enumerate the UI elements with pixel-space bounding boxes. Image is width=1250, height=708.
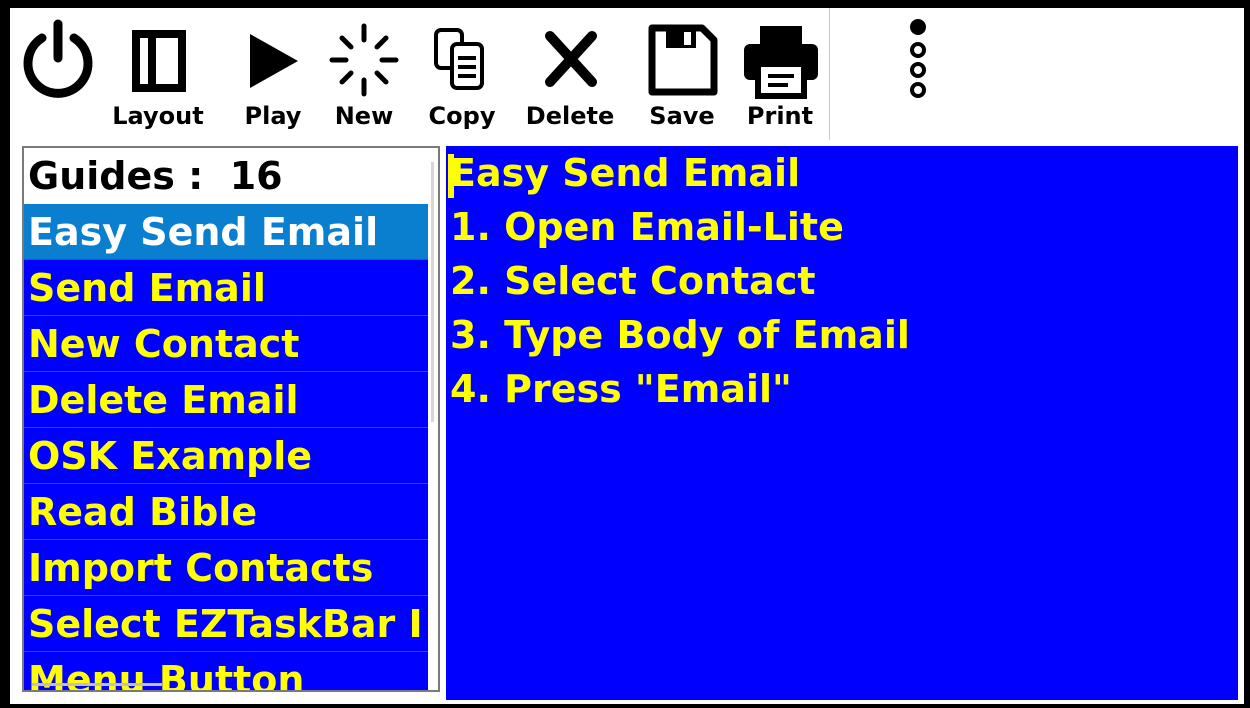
power-button[interactable] bbox=[16, 8, 100, 140]
text-cursor bbox=[448, 154, 454, 198]
guide-step: 3. Type Body of Email bbox=[450, 313, 910, 357]
save-button[interactable]: Save bbox=[642, 8, 722, 140]
print-label: Print bbox=[746, 102, 814, 130]
copy-label: Copy bbox=[428, 102, 496, 130]
guides-count-header: Guides : 16 bbox=[28, 154, 283, 198]
power-icon bbox=[23, 19, 93, 98]
layout-button[interactable]: Layout bbox=[112, 8, 204, 140]
app-window: Layout Play New Copy Delete Save Print G… bbox=[10, 8, 1244, 704]
guide-step: 1. Open Email-Lite bbox=[450, 205, 844, 249]
printer-icon bbox=[744, 26, 818, 99]
toolbar: Layout Play New Copy Delete Save Print bbox=[10, 8, 830, 140]
list-item[interactable]: Select EZTaskBar I bbox=[24, 596, 428, 652]
print-button[interactable]: Print bbox=[738, 8, 822, 140]
list-item[interactable]: Delete Email bbox=[24, 372, 428, 428]
save-label: Save bbox=[649, 102, 715, 130]
floppy-disk-icon bbox=[648, 24, 718, 96]
list-item[interactable]: Easy Send Email bbox=[24, 204, 428, 260]
guide-title: Easy Send Email bbox=[450, 151, 801, 195]
list-item[interactable]: Read Bible bbox=[24, 484, 428, 540]
list-item[interactable]: Import Contacts bbox=[24, 540, 428, 596]
play-icon bbox=[250, 34, 298, 88]
guides-list[interactable]: Guides : 16 Easy Send Email Send Email N… bbox=[22, 146, 440, 692]
list-item[interactable]: Menu Button bbox=[24, 652, 428, 690]
list-item[interactable]: New Contact bbox=[24, 316, 428, 372]
delete-label: Delete bbox=[525, 102, 615, 130]
vertical-scrollbar[interactable] bbox=[428, 148, 438, 690]
play-button[interactable]: Play bbox=[238, 8, 308, 140]
horizontal-scrollbar[interactable] bbox=[32, 683, 162, 686]
play-label: Play bbox=[244, 102, 302, 130]
delete-button[interactable]: Delete bbox=[522, 8, 618, 140]
guide-step: 2. Select Contact bbox=[450, 259, 816, 303]
guide-content-pane[interactable]: Easy Send Email 1. Open Email-Lite 2. Se… bbox=[446, 146, 1238, 700]
sparkle-icon bbox=[329, 23, 399, 97]
new-label: New bbox=[334, 102, 394, 130]
list-item[interactable]: Send Email bbox=[24, 260, 428, 316]
close-icon bbox=[545, 31, 597, 87]
layout-icon bbox=[132, 30, 186, 92]
new-button[interactable]: New bbox=[326, 8, 402, 140]
scrollbar-thumb[interactable] bbox=[431, 162, 434, 422]
more-vertical-icon bbox=[910, 19, 926, 98]
guide-step: 4. Press "Email" bbox=[450, 367, 792, 411]
layout-label: Layout bbox=[112, 102, 204, 130]
copy-button[interactable]: Copy bbox=[424, 8, 500, 140]
more-options-button[interactable] bbox=[905, 16, 931, 100]
list-item[interactable]: OSK Example bbox=[24, 428, 428, 484]
copy-icon bbox=[434, 28, 484, 90]
